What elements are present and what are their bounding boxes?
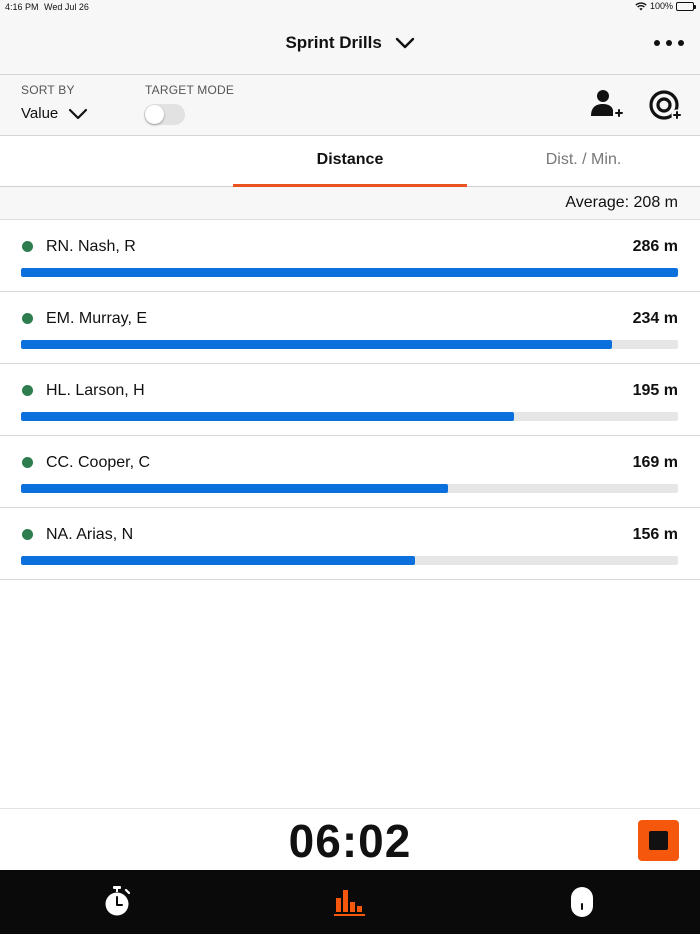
athlete-name: CC. Cooper, C [46,454,151,471]
status-dot [22,529,33,540]
controls-bar: SORT BY Value TARGET MODE [0,75,700,136]
bar-chart-icon [334,890,365,916]
status-dot [22,241,33,252]
list-item[interactable]: CC. Cooper, C 169 m [0,436,700,508]
chevron-down-icon [69,108,88,119]
status-dot [22,313,33,324]
progress-bar [21,556,416,565]
athlete-name: RN. Nash, R [46,238,136,255]
nav-stats[interactable] [330,884,370,920]
stop-icon [649,831,668,850]
status-date: Wed Jul 26 [44,2,89,12]
athlete-value: 195 m [632,382,678,399]
sort-by-label: SORT BY [21,83,75,97]
app-screen: 4:16 PM Wed Jul 26 100% Sprint Drills SO… [0,0,700,934]
page-title: Sprint Drills [285,33,382,52]
progress-track [21,556,678,565]
progress-bar [21,340,613,349]
sort-by-value: Value [21,105,59,122]
add-target-button[interactable] [647,88,685,124]
wifi-icon [635,1,647,10]
status-time: 4:16 PM [5,2,39,12]
nav-timer[interactable] [97,884,137,920]
sort-by-dropdown[interactable]: Value [21,105,88,122]
target-mode-toggle[interactable] [144,104,185,125]
more-options-icon[interactable] [654,40,684,46]
list-item[interactable]: RN. Nash, R 286 m [0,220,700,292]
athlete-value: 169 m [632,454,678,471]
athlete-value: 234 m [632,310,678,327]
average-value: Average: 208 m [565,194,678,211]
athlete-name: EM. Murray, E [46,310,148,327]
add-athlete-button[interactable] [588,88,624,124]
average-row: Average: 208 m [0,187,700,220]
progress-track [21,412,678,421]
progress-bar [21,268,678,277]
list-item[interactable]: NA. Arias, N 156 m [0,508,700,580]
athlete-value: 156 m [632,526,678,543]
stopwatch-icon [105,886,131,916]
battery-percent: 100% [649,1,673,11]
progress-bar [21,412,514,421]
athlete-name: NA. Arias, N [46,526,134,543]
athlete-list: RN. Nash, R 286 m EM. Murray, E 234 m HL… [0,220,700,580]
battery-icon [676,1,696,11]
list-item[interactable]: EM. Murray, E 234 m [0,292,700,364]
device-icon [571,887,593,917]
tab-dist-per-min[interactable]: Dist. / Min. [467,136,700,187]
progress-track [21,340,678,349]
chevron-down-icon [395,37,414,49]
add-user-icon [591,90,623,117]
add-target-icon [649,90,683,121]
status-dot [22,457,33,468]
nav-device[interactable] [562,884,602,920]
target-mode-label: TARGET MODE [145,83,235,97]
title-bar: Sprint Drills [0,14,700,75]
tab-distance[interactable]: Distance [233,136,467,187]
status-right: 100% [635,1,696,11]
list-item[interactable]: HL. Larson, H 195 m [0,364,700,436]
progress-track [21,268,678,277]
bottom-nav [0,870,700,934]
progress-track [21,484,678,493]
athlete-value: 286 m [632,238,678,255]
stop-button[interactable] [638,820,679,861]
progress-bar [21,484,449,493]
session-timer: 06:02 [288,815,412,867]
status-bar: 4:16 PM Wed Jul 26 100% [0,0,700,14]
toggle-knob [145,105,164,124]
athlete-name: HL. Larson, H [46,382,145,399]
status-dot [22,385,33,396]
metric-tabs: Distance Dist. / Min. [0,136,700,187]
timer-bar: 06:02 [0,808,700,870]
session-selector[interactable]: Sprint Drills [0,33,700,53]
